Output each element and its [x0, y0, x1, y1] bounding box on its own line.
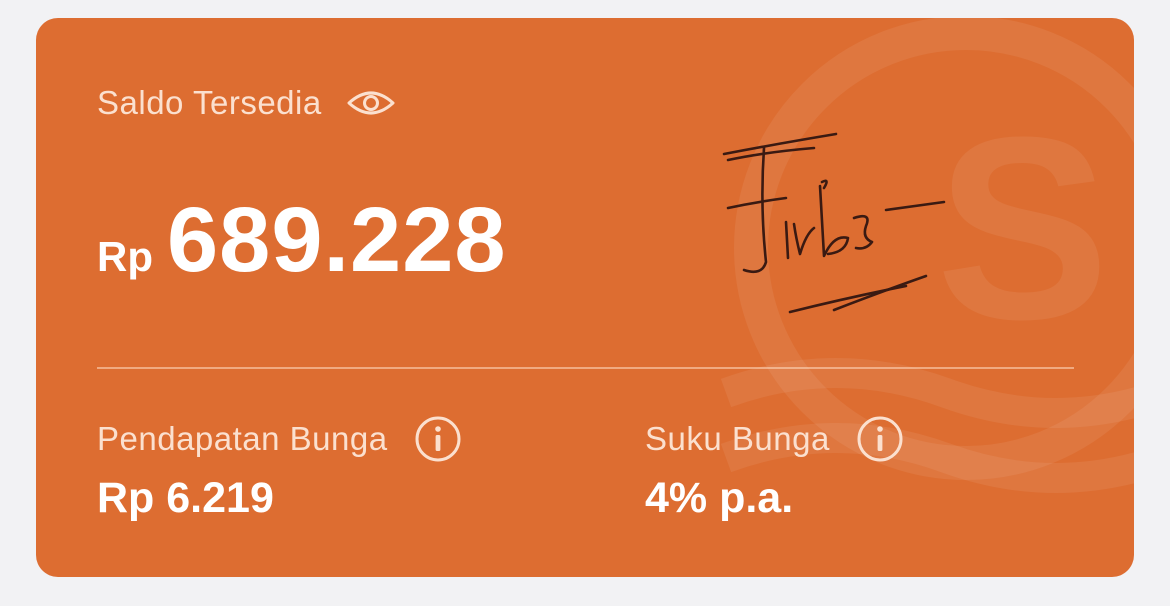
balance-value: Rp 689.228	[97, 188, 507, 293]
signature-scribble	[722, 132, 946, 314]
interest-income-value: Rp 6.219	[97, 474, 274, 522]
divider	[97, 367, 1074, 369]
balance-amount: 689.228	[167, 189, 507, 291]
interest-rate-value: 4% p.a.	[645, 474, 794, 522]
interest-rate-block: Suku Bunga 4% p.a.	[645, 416, 904, 523]
svg-text:S: S	[936, 84, 1109, 374]
balance-card: S Saldo Tersedia Rp 689.228 Pendapatan B…	[36, 18, 1134, 577]
balance-currency: Rp	[97, 233, 153, 280]
balance-header: Saldo Tersedia	[97, 80, 396, 126]
interest-income-label: Pendapatan Bunga	[97, 420, 388, 457]
balance-label: Saldo Tersedia	[97, 84, 322, 121]
eye-icon[interactable]	[346, 86, 396, 120]
interest-rate-label: Suku Bunga	[645, 420, 830, 457]
info-icon[interactable]	[856, 415, 904, 463]
info-icon[interactable]	[414, 415, 462, 463]
interest-income-block: Pendapatan Bunga Rp 6.219	[97, 416, 462, 523]
